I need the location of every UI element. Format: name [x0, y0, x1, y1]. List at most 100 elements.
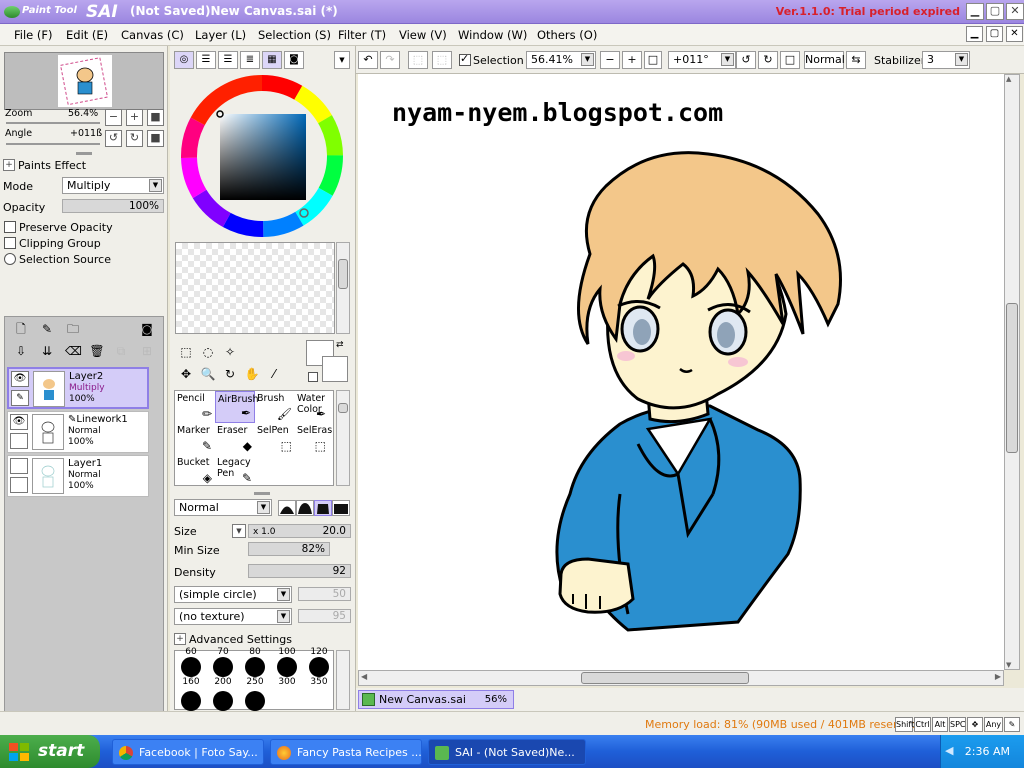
close-button[interactable]: ✕: [1006, 3, 1024, 20]
advanced-settings-label[interactable]: Advanced Settings: [189, 633, 292, 646]
zoom-slider[interactable]: [6, 122, 100, 124]
rotate-reset-button[interactable]: □: [780, 51, 800, 69]
swap-colors-icon[interactable]: ⇄: [336, 340, 344, 350]
scroll-left-icon[interactable]: ◀: [361, 672, 367, 681]
brush-shape-select[interactable]: (simple circle) ▼: [174, 586, 292, 603]
swatch-grid[interactable]: [175, 242, 335, 334]
maximize-button[interactable]: ▢: [986, 3, 1004, 20]
mixer-tab-icon[interactable]: ≣: [240, 51, 260, 69]
presets-scrollbar[interactable]: [336, 650, 350, 710]
zoom-in-button[interactable]: +: [622, 51, 642, 69]
canvas-vertical-scrollbar[interactable]: ▲ ▼: [1004, 74, 1020, 670]
expand-plus-icon[interactable]: +: [3, 159, 15, 171]
zoom-reset-button[interactable]: □: [644, 51, 662, 69]
menu-canvas[interactable]: Canvas (C): [121, 28, 184, 42]
brush-texture-strength[interactable]: 95: [298, 609, 351, 623]
new-linework-layer-icon[interactable]: ✎: [39, 321, 55, 337]
opacity-slider[interactable]: 100%: [62, 199, 164, 213]
move-icon[interactable]: ✥: [178, 366, 194, 382]
zoom-in-button[interactable]: +: [126, 109, 143, 126]
tool-eraser[interactable]: Eraser ◆: [215, 423, 255, 455]
clipping-group-checkbox[interactable]: [4, 237, 16, 249]
tool-airbrush[interactable]: AirBrush ✒: [215, 391, 258, 423]
rotate-icon[interactable]: ↻: [222, 366, 238, 382]
drawing-canvas[interactable]: nyam-nyem.blogspot.com: [358, 74, 1006, 670]
space-key-indicator[interactable]: SPC: [949, 717, 966, 732]
start-button[interactable]: start: [0, 735, 100, 768]
menu-filter[interactable]: Filter (T): [338, 28, 386, 42]
clock[interactable]: 2:36 AM: [965, 745, 1010, 758]
rotate-right-button[interactable]: ↻: [758, 51, 778, 69]
vertical-scroll-thumb[interactable]: [1006, 303, 1018, 453]
invert-selection-icon[interactable]: ⬚: [432, 51, 452, 69]
menu-selection[interactable]: Selection (S): [258, 28, 331, 42]
zoom-magnifier-icon[interactable]: 🔍: [200, 366, 216, 382]
brush-preset-dot[interactable]: [181, 657, 201, 677]
density-slider[interactable]: 92: [248, 564, 351, 578]
rotate-right-button[interactable]: ↻: [126, 130, 143, 147]
taskbar-item-facebook[interactable]: Facebook | Foto Say...: [112, 739, 264, 765]
brush-texture-select[interactable]: (no texture) ▼: [174, 608, 292, 625]
taskbar-item-sai[interactable]: SAI - (Not Saved)Ne...: [428, 739, 586, 765]
flip-horizontal-icon[interactable]: ⇆: [846, 51, 866, 69]
visibility-eye-icon[interactable]: 👁: [10, 414, 28, 430]
view-blend-select[interactable]: Normal: [804, 51, 845, 69]
move-cursor-icon[interactable]: ✥: [967, 717, 983, 732]
tool-legacy-pen[interactable]: Legacy Pen ✎: [215, 455, 255, 487]
new-folder-icon[interactable]: 🗀: [65, 321, 81, 337]
angle-slider[interactable]: [6, 143, 100, 145]
brush-preset-dot[interactable]: [309, 657, 329, 677]
zoom-out-button[interactable]: −: [105, 109, 122, 126]
edit-lock-icon[interactable]: [10, 477, 28, 493]
rgb-slider-tab-icon[interactable]: ☰: [196, 51, 216, 69]
undo-icon[interactable]: ↶: [358, 51, 378, 69]
layer-item[interactable]: 👁 ✎Linework1 Normal 100%: [7, 411, 149, 453]
zoom-select[interactable]: 56.41% ▼: [526, 51, 596, 69]
any-key-indicator[interactable]: Any: [984, 717, 1003, 732]
scroll-right-icon[interactable]: ▶: [995, 672, 1001, 681]
menu-edit[interactable]: Edit (E): [66, 28, 108, 42]
edge-soft-button[interactable]: [278, 500, 296, 516]
layer-item[interactable]: Layer1 Normal 100%: [7, 455, 149, 497]
minimize-button[interactable]: ▁: [966, 3, 984, 20]
expand-plus-icon[interactable]: +: [174, 633, 186, 645]
shift-key-indicator[interactable]: Shift: [895, 717, 914, 732]
selection-source-radio[interactable]: [4, 253, 16, 265]
doc-restore-button[interactable]: ▢: [986, 26, 1003, 42]
menu-view[interactable]: View (V): [399, 28, 447, 42]
doc-close-button[interactable]: ✕: [1006, 26, 1023, 42]
menu-layer[interactable]: Layer (L): [195, 28, 246, 42]
color-wheel-tab-icon[interactable]: ◎: [174, 51, 194, 69]
tool-water-color[interactable]: Water Color ✒: [295, 391, 329, 423]
mode-select[interactable]: Multiply ▼: [62, 177, 164, 194]
tool-seleras[interactable]: SelEras ⬚: [295, 423, 332, 455]
alt-key-indicator[interactable]: Alt: [932, 717, 948, 732]
chevron-down-icon[interactable]: ▼: [232, 524, 246, 538]
visibility-eye-icon[interactable]: 👁: [11, 371, 29, 387]
doc-minimize-button[interactable]: ▁: [966, 26, 983, 42]
tool-bucket[interactable]: Bucket ◈: [175, 455, 215, 487]
tool-selpen[interactable]: SelPen ⬚: [255, 423, 295, 455]
edge-medium-button[interactable]: [296, 500, 314, 516]
clear-layer-icon[interactable]: ⌫: [65, 343, 82, 359]
angle-select[interactable]: +011° ▼: [668, 51, 736, 69]
eyedropper-icon[interactable]: ⁄: [266, 366, 282, 382]
edge-square-button[interactable]: [332, 500, 350, 516]
min-size-slider[interactable]: 82%: [248, 542, 330, 556]
scroll-up-icon[interactable]: ▲: [1006, 75, 1011, 83]
size-slider[interactable]: x 1.0 20.0: [248, 524, 351, 538]
lasso-icon[interactable]: ◌: [200, 344, 216, 360]
panel-splitter[interactable]: [76, 152, 92, 155]
swatch-scrollbar[interactable]: [336, 242, 350, 334]
rect-select-icon[interactable]: ⬚: [178, 344, 194, 360]
duplicate-layer-icon[interactable]: ⧉: [113, 343, 129, 359]
brush-preset-dot[interactable]: [277, 657, 297, 677]
scratchpad-tab-icon[interactable]: ◙: [284, 51, 304, 69]
menu-others[interactable]: Others (O): [537, 28, 597, 42]
ctrl-key-indicator[interactable]: Ctrl: [914, 717, 931, 732]
brush-preset-dot[interactable]: [245, 691, 265, 711]
taskbar-item-firefox[interactable]: Fancy Pasta Recipes ...: [270, 739, 422, 765]
tool-brush[interactable]: Brush 🖌: [255, 391, 295, 423]
brush-preset-dot[interactable]: [181, 691, 201, 711]
stabilizer-select[interactable]: 3 ▼: [922, 51, 970, 69]
